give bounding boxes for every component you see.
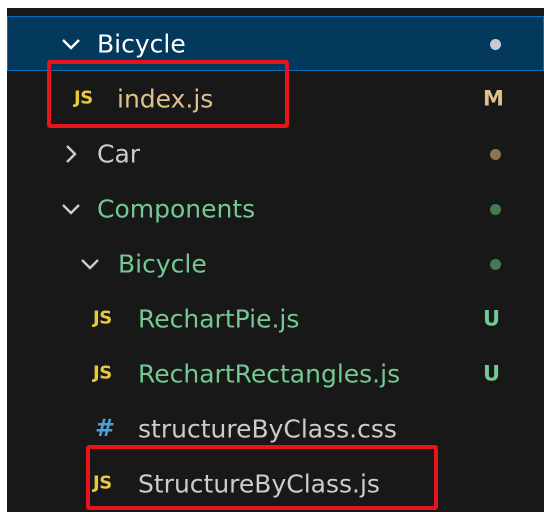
chevron-down-icon [62, 203, 80, 215]
status-dot [490, 38, 501, 50]
highlight-box-index-js [47, 60, 289, 128]
js-file-icon: JS [93, 362, 112, 384]
tree-folder-components[interactable]: Components [7, 181, 544, 236]
tree-folder-components-bicycle[interactable]: Bicycle [7, 236, 544, 291]
tree-item-label: structureByClass.css [138, 414, 397, 443]
chevron-down-icon [81, 258, 99, 270]
tree-file-rechartpie-js[interactable]: JS RechartPie.js U [7, 291, 544, 346]
css-file-icon: # [95, 413, 116, 442]
status-dot [490, 258, 501, 270]
chevron-right-icon [66, 144, 77, 163]
tree-item-label: Bicycle [97, 29, 186, 58]
tree-folder-car[interactable]: Car [7, 126, 544, 181]
status-dot [490, 203, 501, 215]
git-status-badge: U [483, 306, 501, 331]
tree-item-label: Bicycle [118, 249, 207, 278]
highlight-box-structurebyclass-js [86, 445, 438, 510]
tree-file-rechartrectangles-js[interactable]: JS RechartRectangles.js U [7, 346, 544, 401]
tree-item-label: Components [97, 194, 256, 223]
tree-item-label: Car [97, 139, 141, 168]
git-status-badge: U [483, 361, 501, 386]
git-status-badge: M [483, 86, 504, 111]
status-dot [490, 148, 501, 160]
chevron-down-icon [62, 38, 80, 50]
tree-item-label: RechartPie.js [138, 304, 300, 333]
js-file-icon: JS [93, 307, 112, 329]
tree-item-label: RechartRectangles.js [138, 359, 401, 388]
